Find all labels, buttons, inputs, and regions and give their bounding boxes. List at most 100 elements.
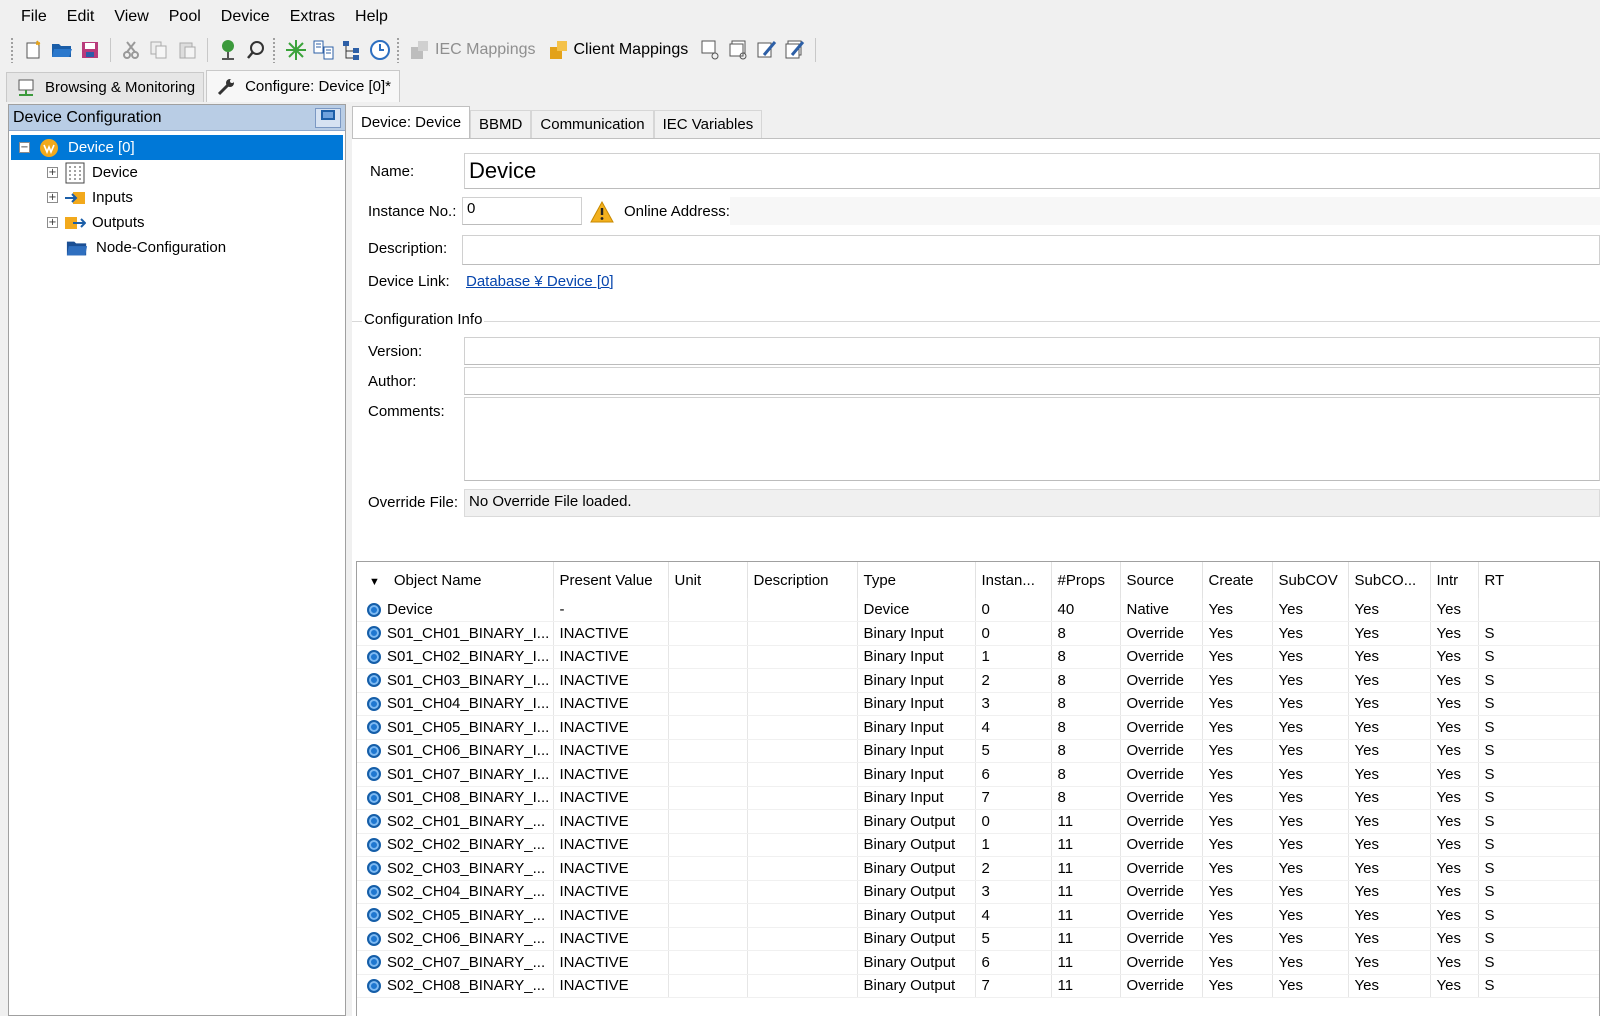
cell-props: 11 (1051, 950, 1121, 975)
table-row[interactable]: S01_CH05_BINARY_I... INACTIVE Binary Input… (357, 715, 1599, 740)
table-row[interactable]: S02_CH02_BINARY_... INACTIVE Binary Output… (357, 833, 1599, 857)
cell-subcov2: Yes (1348, 715, 1431, 740)
expand-icon[interactable]: + (47, 167, 58, 178)
column-header-object-name[interactable]: ▼ Object Name (357, 562, 554, 598)
table-row[interactable]: S01_CH06_BINARY_I... INACTIVE Binary Input… (357, 739, 1599, 763)
tree-node-device-root[interactable]: − Device [0] (11, 135, 343, 160)
column-header-rt[interactable]: RT (1478, 562, 1599, 598)
cell-description (747, 621, 858, 646)
tab-device-device[interactable]: Device: Device (352, 106, 471, 138)
object-name-wrap: S02_CH06_BINARY_... (367, 930, 552, 948)
table-row[interactable]: S01_CH03_BINARY_I... INACTIVE Binary Input… (357, 668, 1599, 693)
tab-bbmd[interactable]: BBMD (470, 110, 532, 138)
menu-help[interactable]: Help (348, 3, 401, 31)
object-name-label: S02_CH06_BINARY_... (387, 930, 546, 948)
table-row[interactable]: S02_CH06_BINARY_... INACTIVE Binary Output… (357, 927, 1599, 951)
menu-edit[interactable]: Edit (60, 3, 108, 31)
table-row[interactable]: S02_CH08_BINARY_... INACTIVE Binary Output… (357, 974, 1599, 998)
column-header-create[interactable]: Create (1202, 562, 1273, 598)
menu-file[interactable]: File (14, 3, 60, 31)
table-row[interactable]: S01_CH01_BINARY_I... INACTIVE Binary Input… (357, 621, 1599, 646)
tree-node-inputs[interactable]: + Inputs (9, 185, 345, 210)
column-header-subcov2[interactable]: SubCO... (1348, 562, 1431, 598)
discover-button[interactable] (282, 36, 310, 64)
column-header-description[interactable]: Description (747, 562, 858, 598)
history-button[interactable] (366, 36, 394, 64)
new-button[interactable] (20, 36, 48, 64)
author-field[interactable] (464, 367, 1600, 395)
client-mappings-button[interactable]: Client Mappings (545, 36, 692, 64)
version-field[interactable] (464, 337, 1600, 365)
save-button[interactable] (76, 36, 104, 64)
open-button[interactable] (48, 36, 76, 64)
collapse-icon[interactable]: − (19, 142, 30, 153)
mapping-tool-2-button[interactable] (725, 36, 753, 64)
column-header-intr[interactable]: Intr (1430, 562, 1479, 598)
device-link[interactable]: Database ¥ Device [0] (466, 273, 614, 290)
mapping-tool-4-button[interactable] (781, 36, 809, 64)
table-row[interactable]: S01_CH02_BINARY_I... INACTIVE Binary Input… (357, 645, 1599, 669)
tree-node-node-configuration[interactable]: Node-Configuration (9, 235, 345, 260)
tab-communication[interactable]: Communication (531, 110, 654, 138)
device-link-label: Device Link: (368, 273, 450, 290)
compare-button[interactable] (310, 36, 338, 64)
mapping-tool-3-button[interactable] (753, 36, 781, 64)
menu-view[interactable]: View (107, 3, 161, 31)
cell-instance: 0 (975, 621, 1052, 646)
cell-subcov: Yes (1272, 668, 1349, 693)
pin-button[interactable] (315, 107, 341, 128)
monitor-icon (15, 77, 37, 99)
cell-type: Binary Output (857, 903, 976, 928)
object-icon (367, 696, 381, 711)
hierarchy-button[interactable] (338, 36, 366, 64)
tree-node-device[interactable]: + Device (9, 160, 345, 185)
toolbar-grip[interactable] (396, 37, 400, 63)
column-header-type[interactable]: Type (857, 562, 976, 598)
mapping-tool-1-button[interactable] (697, 36, 725, 64)
cell-create: Yes (1202, 598, 1273, 622)
tree-node-outputs[interactable]: + Outputs (9, 210, 345, 235)
table-row[interactable]: Device - Device 0 40 Native Yes Yes Yes Yes (357, 598, 1599, 622)
column-header-subcov[interactable]: SubCOV (1272, 562, 1349, 598)
search-button[interactable] (242, 36, 270, 64)
column-header-props[interactable]: #Props (1051, 562, 1121, 598)
paste-button[interactable] (173, 36, 201, 64)
cell-subcov: Yes (1272, 621, 1349, 646)
menu-extras[interactable]: Extras (283, 3, 348, 31)
menu-pool[interactable]: Pool (162, 3, 214, 31)
name-field[interactable]: Device (464, 153, 1600, 189)
table-row[interactable]: S01_CH04_BINARY_I... INACTIVE Binary Input… (357, 692, 1599, 716)
table-row[interactable]: S02_CH04_BINARY_... INACTIVE Binary Output… (357, 880, 1599, 904)
cell-unit (668, 880, 748, 904)
table-row[interactable]: S02_CH03_BINARY_... INACTIVE Binary Output… (357, 856, 1599, 881)
expand-icon[interactable]: + (47, 217, 58, 228)
iec-mappings-button[interactable]: IEC Mappings (406, 36, 539, 64)
copy-button[interactable] (145, 36, 173, 64)
table-row[interactable]: S01_CH07_BINARY_I... INACTIVE Binary Input… (357, 762, 1599, 787)
description-field[interactable] (462, 235, 1600, 265)
toolbar-separator (815, 38, 817, 62)
cut-button[interactable] (117, 36, 145, 64)
tab-browsing-monitoring[interactable]: Browsing & Monitoring (6, 72, 205, 102)
tab-configure-device[interactable]: Configure: Device [0]* (206, 70, 400, 102)
tab-iec-variables[interactable]: IEC Variables (653, 110, 763, 138)
cell-subcov: Yes (1272, 645, 1349, 669)
object-icon (367, 955, 381, 970)
cell-subcov2: Yes (1348, 668, 1431, 693)
network-button[interactable] (214, 36, 242, 64)
column-header-source[interactable]: Source (1120, 562, 1203, 598)
toolbar-grip[interactable] (10, 37, 14, 63)
expand-icon[interactable]: + (47, 192, 58, 203)
instance-field[interactable]: 0 (462, 197, 582, 225)
toolbar-grip[interactable] (272, 37, 276, 63)
table-row[interactable]: S02_CH01_BINARY_... INACTIVE Binary Output… (357, 809, 1599, 834)
column-header-unit[interactable]: Unit (668, 562, 748, 598)
table-row[interactable]: S02_CH07_BINARY_... INACTIVE Binary Output… (357, 950, 1599, 975)
column-header-present-value[interactable]: Present Value (553, 562, 669, 598)
column-header-instance[interactable]: Instan... (975, 562, 1052, 598)
menu-device[interactable]: Device (214, 3, 283, 31)
comments-field[interactable] (464, 397, 1600, 481)
table-row[interactable]: S02_CH05_BINARY_... INACTIVE Binary Output… (357, 903, 1599, 928)
toolbar: IEC Mappings Client Mappings (0, 32, 1600, 68)
table-row[interactable]: S01_CH08_BINARY_I... INACTIVE Binary Input… (357, 786, 1599, 810)
